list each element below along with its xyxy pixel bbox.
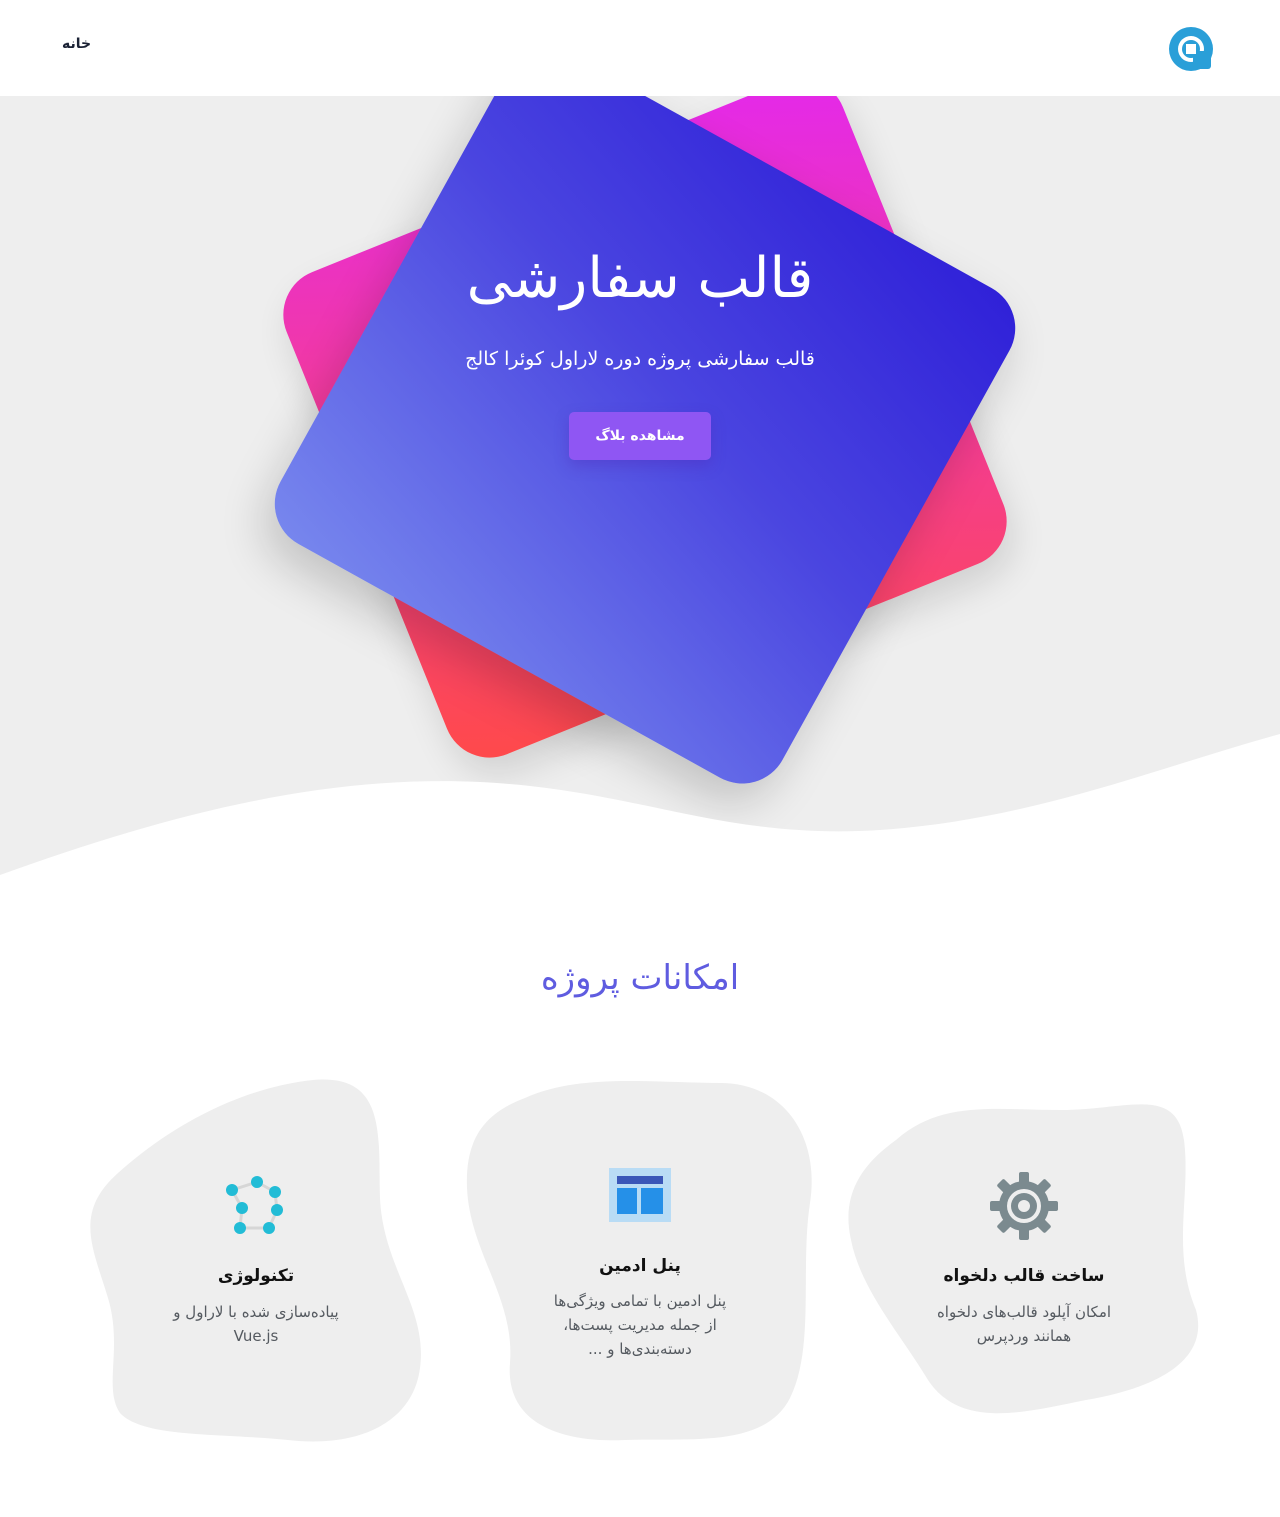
- feature-desc-line: امکان آپلود قالب‌های دلخواه: [936, 1303, 1112, 1321]
- view-blog-button[interactable]: مشاهده بلاگ: [569, 412, 711, 460]
- feature-desc-line: دسته‌بندی‌ها و ...: [588, 1340, 692, 1358]
- feature-desc-technology: پیاده‌سازی شده با لاراول و Vue.js: [136, 1300, 376, 1348]
- gear-icon: [990, 1172, 1058, 1240]
- dashboard-layout-icon: [609, 1168, 671, 1222]
- feature-desc-custom-theme: امکان آپلود قالب‌های دلخواه همانند وردپر…: [904, 1300, 1144, 1348]
- feature-title-custom-theme: ساخت قالب دلخواه: [943, 1266, 1105, 1286]
- features-title: امکانات پروژه: [540, 958, 740, 998]
- feature-desc-line: پنل ادمین با تمامی ویژگی‌ها: [553, 1292, 727, 1310]
- q-logo-icon[interactable]: [1164, 24, 1218, 74]
- feature-title-admin-panel: پنل ادمین: [599, 1256, 681, 1276]
- feature-desc-line: پیاده‌سازی شده با لاراول و: [173, 1303, 339, 1321]
- feature-desc-line: از جمله مدیریت پست‌ها،: [563, 1316, 717, 1334]
- site-header: خانه: [0, 0, 1280, 96]
- hero-wave-divider: [0, 734, 1280, 890]
- network-nodes-icon: [226, 1176, 283, 1234]
- hero-subtitle: قالب سفارشی پروژه دوره لاراول کوئرا کالج: [465, 348, 815, 370]
- feature-desc-line: همانند وردپرس: [976, 1327, 1072, 1345]
- feature-desc-line: Vue.js: [233, 1327, 279, 1345]
- nav-link-home[interactable]: خانه: [62, 36, 91, 52]
- feature-blob-left: [90, 1079, 421, 1442]
- feature-title-technology: تکنولوژی: [217, 1266, 295, 1286]
- feature-desc-admin-panel: پنل ادمین با تمامی ویژگی‌ها از جمله مدیر…: [520, 1289, 760, 1361]
- feature-blob-right: [848, 1104, 1199, 1414]
- hero-title: قالب سفارشی: [466, 246, 814, 311]
